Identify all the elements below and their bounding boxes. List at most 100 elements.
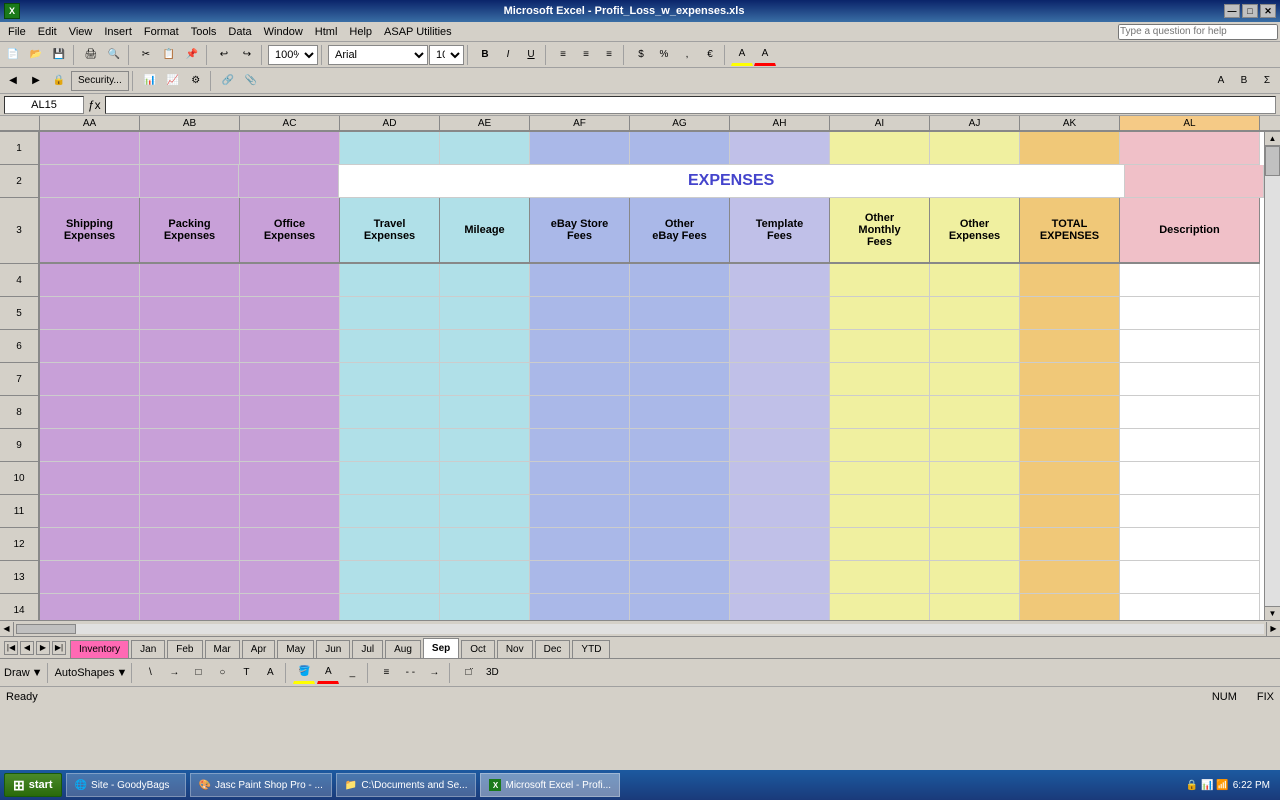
- autoshapes-menu[interactable]: AutoShapes ▼: [55, 667, 128, 679]
- cell-ai9[interactable]: [830, 429, 930, 462]
- cell-ah5[interactable]: [730, 297, 830, 330]
- menu-file[interactable]: File: [2, 25, 32, 39]
- header-other-ebay[interactable]: OthereBay Fees: [630, 198, 730, 264]
- cell-ag9[interactable]: [630, 429, 730, 462]
- cell-ag11[interactable]: [630, 495, 730, 528]
- cell-ac7[interactable]: [240, 363, 340, 396]
- bold-btn[interactable]: B: [474, 44, 496, 66]
- tab-prev-btn[interactable]: ◀: [20, 641, 34, 655]
- cell-ai12[interactable]: [830, 528, 930, 561]
- cell-ae12[interactable]: [440, 528, 530, 561]
- align-right-btn[interactable]: ≡: [598, 44, 620, 66]
- cell-ah4[interactable]: [730, 264, 830, 297]
- cell-aa10[interactable]: [40, 462, 140, 495]
- cell-ac12[interactable]: [240, 528, 340, 561]
- cell-ab5[interactable]: [140, 297, 240, 330]
- tb2-btn11[interactable]: Σ: [1256, 70, 1278, 92]
- cell-ad11[interactable]: [340, 495, 440, 528]
- cell-aa1[interactable]: [40, 132, 140, 165]
- close-btn[interactable]: ✕: [1260, 4, 1276, 18]
- tab-first-btn[interactable]: |◀: [4, 641, 18, 655]
- cell-ag10[interactable]: [630, 462, 730, 495]
- v-scroll-track[interactable]: [1265, 146, 1280, 606]
- tb2-btn6[interactable]: ⚙: [185, 70, 207, 92]
- header-description[interactable]: Description: [1120, 198, 1260, 264]
- cell-ah7[interactable]: [730, 363, 830, 396]
- col-header-ae[interactable]: AE: [440, 116, 530, 130]
- cell-ah1[interactable]: [730, 132, 830, 165]
- line-tool[interactable]: \: [139, 662, 161, 684]
- cell-ab8[interactable]: [140, 396, 240, 429]
- align-left-btn[interactable]: ≡: [552, 44, 574, 66]
- italic-btn[interactable]: I: [497, 44, 519, 66]
- cell-ag14[interactable]: [630, 594, 730, 620]
- cell-ac6[interactable]: [240, 330, 340, 363]
- cell-al12[interactable]: [1120, 528, 1260, 561]
- cell-ag5[interactable]: [630, 297, 730, 330]
- cell-ac5[interactable]: [240, 297, 340, 330]
- cell-ai11[interactable]: [830, 495, 930, 528]
- cell-ac1[interactable]: [240, 132, 340, 165]
- cell-ac11[interactable]: [240, 495, 340, 528]
- cell-af9[interactable]: [530, 429, 630, 462]
- cell-ab10[interactable]: [140, 462, 240, 495]
- col-header-aj[interactable]: AJ: [930, 116, 1020, 130]
- cell-al10[interactable]: [1120, 462, 1260, 495]
- sheet-tab-aug[interactable]: Aug: [385, 640, 421, 658]
- cell-ag13[interactable]: [630, 561, 730, 594]
- cell-aj14[interactable]: [930, 594, 1020, 620]
- cell-ah13[interactable]: [730, 561, 830, 594]
- menu-asap[interactable]: ASAP Utilities: [378, 25, 458, 39]
- paste-btn[interactable]: 📌: [181, 44, 203, 66]
- cell-ad8[interactable]: [340, 396, 440, 429]
- cell-af1[interactable]: [530, 132, 630, 165]
- euro-btn[interactable]: €: [699, 44, 721, 66]
- cell-ae1[interactable]: [440, 132, 530, 165]
- cell-al11[interactable]: [1120, 495, 1260, 528]
- cell-aj1[interactable]: [930, 132, 1020, 165]
- cell-ad1[interactable]: [340, 132, 440, 165]
- cell-ac10[interactable]: [240, 462, 340, 495]
- redo-btn[interactable]: ↪: [236, 44, 258, 66]
- copy-btn[interactable]: 📋: [158, 44, 180, 66]
- cell-aa2[interactable]: [40, 165, 140, 198]
- security-btn[interactable]: Security...: [71, 71, 129, 91]
- cell-aj9[interactable]: [930, 429, 1020, 462]
- cell-aa12[interactable]: [40, 528, 140, 561]
- col-header-ac[interactable]: AC: [240, 116, 340, 130]
- cell-ak5[interactable]: [1020, 297, 1120, 330]
- cell-ai7[interactable]: [830, 363, 930, 396]
- rect-tool[interactable]: □: [187, 662, 209, 684]
- menu-format[interactable]: Format: [138, 25, 185, 39]
- menu-insert[interactable]: Insert: [98, 25, 138, 39]
- cell-ac13[interactable]: [240, 561, 340, 594]
- arrow-tool[interactable]: →: [163, 662, 185, 684]
- header-template[interactable]: TemplateFees: [730, 198, 830, 264]
- cell-ac4[interactable]: [240, 264, 340, 297]
- sheet-tab-dec[interactable]: Dec: [535, 640, 571, 658]
- cell-ak7[interactable]: [1020, 363, 1120, 396]
- cell-ad9[interactable]: [340, 429, 440, 462]
- cell-ak1[interactable]: [1020, 132, 1120, 165]
- cell-ab7[interactable]: [140, 363, 240, 396]
- col-header-ag[interactable]: AG: [630, 116, 730, 130]
- header-travel[interactable]: TravelExpenses: [340, 198, 440, 264]
- col-header-ah[interactable]: AH: [730, 116, 830, 130]
- cell-al5[interactable]: [1120, 297, 1260, 330]
- cell-ad13[interactable]: [340, 561, 440, 594]
- menu-window[interactable]: Window: [258, 25, 309, 39]
- font-color-btn[interactable]: A: [754, 44, 776, 66]
- cell-al4[interactable]: [1120, 264, 1260, 297]
- cell-ah14[interactable]: [730, 594, 830, 620]
- cell-aj5[interactable]: [930, 297, 1020, 330]
- taskbar-excel[interactable]: X Microsoft Excel - Profi...: [480, 773, 620, 797]
- cell-ad14[interactable]: [340, 594, 440, 620]
- fill-color-tool[interactable]: 🪣: [293, 662, 315, 684]
- taskbar-paint[interactable]: 🎨 Jasc Paint Shop Pro - ...: [190, 773, 332, 797]
- cell-ae13[interactable]: [440, 561, 530, 594]
- cell-ai8[interactable]: [830, 396, 930, 429]
- shadow-tool[interactable]: □̈: [457, 662, 479, 684]
- cell-ak13[interactable]: [1020, 561, 1120, 594]
- textbox-tool[interactable]: T: [235, 662, 257, 684]
- dash-style-tool[interactable]: - -: [399, 662, 421, 684]
